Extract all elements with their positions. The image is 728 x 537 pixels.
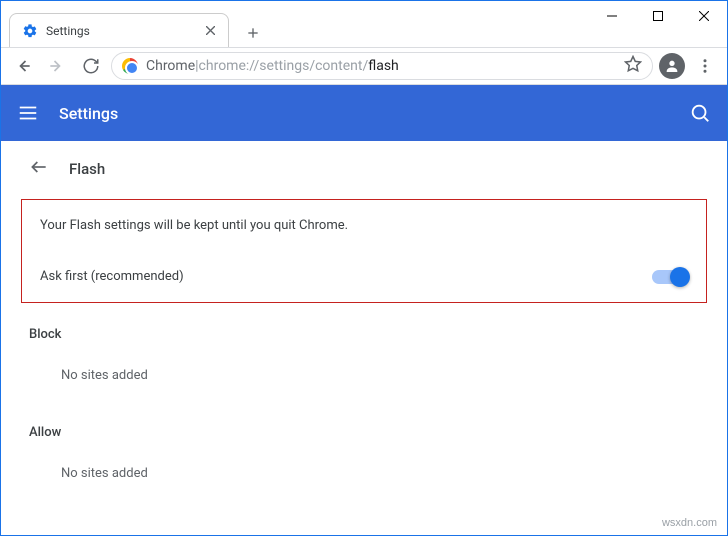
- address-bar[interactable]: Chrome | chrome:// settings/content/ fla…: [111, 52, 653, 80]
- flash-notice-text: Your Flash settings will be kept until y…: [40, 218, 688, 233]
- window-close-button[interactable]: [681, 1, 727, 31]
- back-arrow-icon[interactable]: [29, 157, 49, 181]
- bookmark-star-icon[interactable]: [624, 55, 642, 77]
- window-minimize-button[interactable]: [589, 1, 635, 31]
- menu-icon[interactable]: [17, 102, 39, 124]
- block-heading: Block: [21, 303, 707, 350]
- ask-first-row: Ask first (recommended): [22, 251, 706, 302]
- page-title: Flash: [69, 160, 105, 178]
- window-titlebar: [1, 1, 727, 11]
- window-maximize-button[interactable]: [635, 1, 681, 31]
- ask-first-toggle[interactable]: [652, 270, 688, 284]
- flash-notice-row: Your Flash settings will be kept until y…: [22, 200, 706, 251]
- watermark: wsxdn.com: [662, 517, 717, 529]
- forward-button[interactable]: [43, 52, 71, 80]
- chrome-icon: [122, 58, 138, 74]
- settings-card: Flash Your Flash settings will be kept u…: [21, 141, 707, 499]
- url-text: Chrome | chrome:// settings/content/ fla…: [146, 58, 399, 74]
- browser-toolbar: Chrome | chrome:// settings/content/ fla…: [1, 47, 727, 85]
- allow-heading: Allow: [21, 401, 707, 448]
- tab-title: Settings: [46, 24, 194, 38]
- block-empty-text: No sites added: [21, 350, 707, 401]
- settings-title: Settings: [59, 104, 669, 123]
- browser-menu-button[interactable]: [691, 52, 719, 80]
- back-button[interactable]: [9, 52, 37, 80]
- tab-close-button[interactable]: [202, 23, 218, 39]
- window-controls: [589, 1, 727, 31]
- reload-button[interactable]: [77, 52, 105, 80]
- profile-avatar[interactable]: [659, 53, 685, 79]
- search-icon[interactable]: [689, 102, 711, 124]
- allow-empty-text: No sites added: [21, 448, 707, 499]
- gear-icon: [22, 23, 38, 39]
- new-tab-button[interactable]: [239, 19, 267, 47]
- browser-tab[interactable]: Settings: [9, 13, 229, 47]
- settings-content: Flash Your Flash settings will be kept u…: [1, 141, 727, 537]
- page-subheader: Flash: [21, 141, 707, 199]
- settings-header: Settings: [1, 85, 727, 141]
- highlight-box: Your Flash settings will be kept until y…: [21, 199, 707, 303]
- ask-first-label: Ask first (recommended): [40, 269, 652, 284]
